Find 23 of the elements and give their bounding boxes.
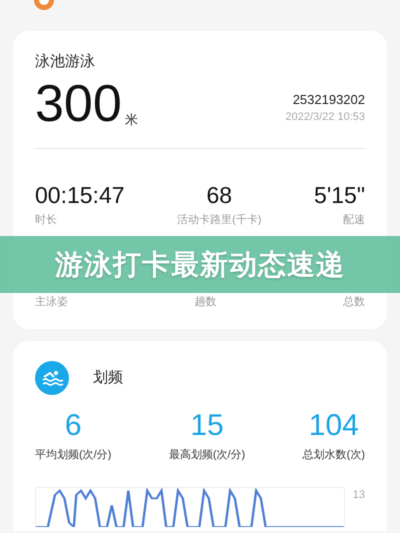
stat-value: 00:15:47 bbox=[35, 182, 125, 208]
unit-label: 米 bbox=[124, 111, 138, 129]
stroke-label: 平均划频(次/分) bbox=[35, 448, 112, 463]
stat-label: 主泳姿 bbox=[35, 294, 68, 310]
stroke-value: 6 bbox=[64, 410, 83, 441]
stat-value: 68 bbox=[205, 182, 234, 208]
stat-value: 5'15" bbox=[314, 182, 365, 208]
stat-label: 配速 bbox=[342, 212, 365, 228]
stat-label: 活动卡路里(千卡) bbox=[177, 212, 262, 228]
device-id: 2532193202 bbox=[292, 90, 365, 108]
stat-label: 时长 bbox=[35, 212, 58, 228]
axis-label: 13 bbox=[352, 488, 365, 504]
distance-value: 300 bbox=[35, 78, 122, 130]
stat-label: 趟数 bbox=[194, 295, 216, 310]
stat-label: 总数 bbox=[343, 295, 365, 310]
date-time: 2022/3/22 10:53 bbox=[285, 110, 365, 125]
banner-title: 游泳打卡最新动态速递 bbox=[55, 248, 345, 282]
section-title: 划频 bbox=[93, 368, 123, 388]
stroke-value: 15 bbox=[189, 410, 225, 441]
activity-title: 泳池游泳 bbox=[35, 52, 96, 72]
stroke-value: 104 bbox=[308, 410, 360, 441]
stroke-label: 总划水数(次) bbox=[302, 448, 365, 463]
stroke-label: 最高划频(次/分) bbox=[168, 448, 246, 463]
